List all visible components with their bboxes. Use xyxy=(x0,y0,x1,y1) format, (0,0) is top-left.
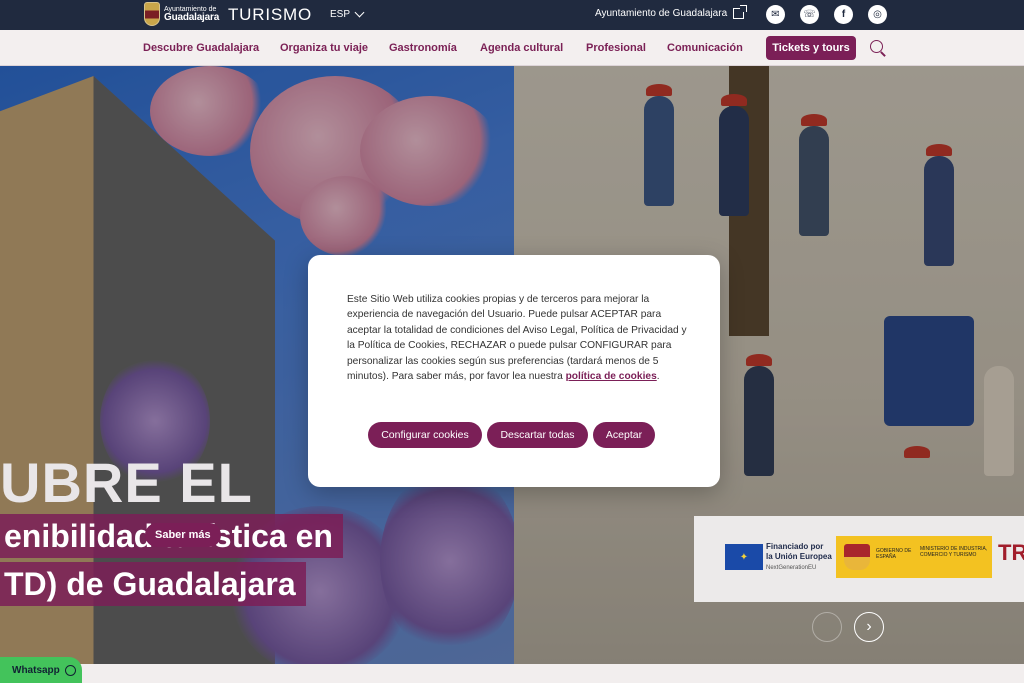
nav-comunicacion[interactable]: Comunicación xyxy=(667,42,743,54)
social-links: ✉ ☏ f ◎ xyxy=(766,5,887,24)
search-icon[interactable] xyxy=(870,40,883,53)
whatsapp-icon xyxy=(64,664,76,676)
carousel-next-button[interactable]: › xyxy=(854,612,884,642)
gobierno-text: GOBIERNO DE ESPAÑA xyxy=(876,548,912,560)
carousel-prev-button[interactable] xyxy=(812,612,842,642)
tr-logo: TR xyxy=(998,540,1024,565)
reject-all-button[interactable]: Descartar todas xyxy=(487,422,588,448)
city-crest-icon xyxy=(144,2,160,26)
logo-big-text: Guadalajara xyxy=(164,11,220,23)
mail-icon[interactable]: ✉ xyxy=(766,5,785,24)
main-nav: Descubre Guadalajara Organiza tu viaje G… xyxy=(0,30,1024,66)
gobierno-logo: GOBIERNO DE ESPAÑA MINISTERIO DE INDUSTR… xyxy=(836,536,992,578)
spain-crest-icon xyxy=(844,544,870,570)
whatsapp-label: Whatsapp xyxy=(12,664,60,676)
top-bar: Ayuntamiento de Guadalajara TURISMO ESP … xyxy=(0,0,1024,30)
eu-sub: NextGenerationEU xyxy=(766,565,817,571)
ayuntamiento-link-label: Ayuntamiento de Guadalajara xyxy=(595,8,728,19)
cookie-text: Este Sitio Web utiliza cookies propias y… xyxy=(347,294,687,383)
nav-organiza[interactable]: Organiza tu viaje xyxy=(280,42,368,54)
eu-line1: Financiado por xyxy=(766,542,824,551)
saber-mas-button[interactable]: Saber más xyxy=(145,523,221,547)
nav-descubre[interactable]: Descubre Guadalajara xyxy=(143,42,259,54)
ayuntamiento-logo[interactable]: Ayuntamiento de Guadalajara xyxy=(144,2,219,26)
arrow-right-icon: › xyxy=(866,618,872,635)
hero-title: UBRE EL xyxy=(0,451,253,514)
nav-agenda[interactable]: Agenda cultural xyxy=(480,42,563,54)
ayuntamiento-link[interactable]: Ayuntamiento de Guadalajara xyxy=(595,5,748,19)
facebook-icon[interactable]: f xyxy=(834,5,853,24)
external-link-icon xyxy=(733,5,748,19)
site-title[interactable]: TURISMO xyxy=(228,5,312,25)
whatsapp-icon[interactable]: ☏ xyxy=(800,5,819,24)
language-label: ESP xyxy=(330,9,351,20)
configure-cookies-button[interactable]: Configurar cookies xyxy=(368,422,482,448)
cookie-consent-dialog: Este Sitio Web utiliza cookies propias y… xyxy=(308,255,720,487)
accept-button[interactable]: Aceptar xyxy=(593,422,655,448)
nav-profesional[interactable]: Profesional xyxy=(586,42,646,54)
instagram-icon[interactable]: ◎ xyxy=(868,5,887,24)
nav-gastronomia[interactable]: Gastronomía xyxy=(389,42,457,54)
tickets-button[interactable]: Tickets y tours xyxy=(766,36,856,60)
funding-logos: ✦ Financiado por la Unión Europea NextGe… xyxy=(694,516,1024,602)
eu-flag-icon: ✦ xyxy=(725,544,763,570)
whatsapp-button[interactable]: Whatsapp xyxy=(0,657,82,683)
eu-line2: la Unión Europea xyxy=(766,552,832,561)
chevron-down-icon xyxy=(354,7,365,18)
hero-subtitle-line2: TD) de Guadalajara xyxy=(0,562,306,606)
language-selector[interactable]: ESP xyxy=(330,7,365,20)
ministerio-text: MINISTERIO DE INDUSTRIA, COMERCIO Y TURI… xyxy=(920,546,988,558)
cookie-policy-link[interactable]: política de cookies xyxy=(566,371,657,382)
